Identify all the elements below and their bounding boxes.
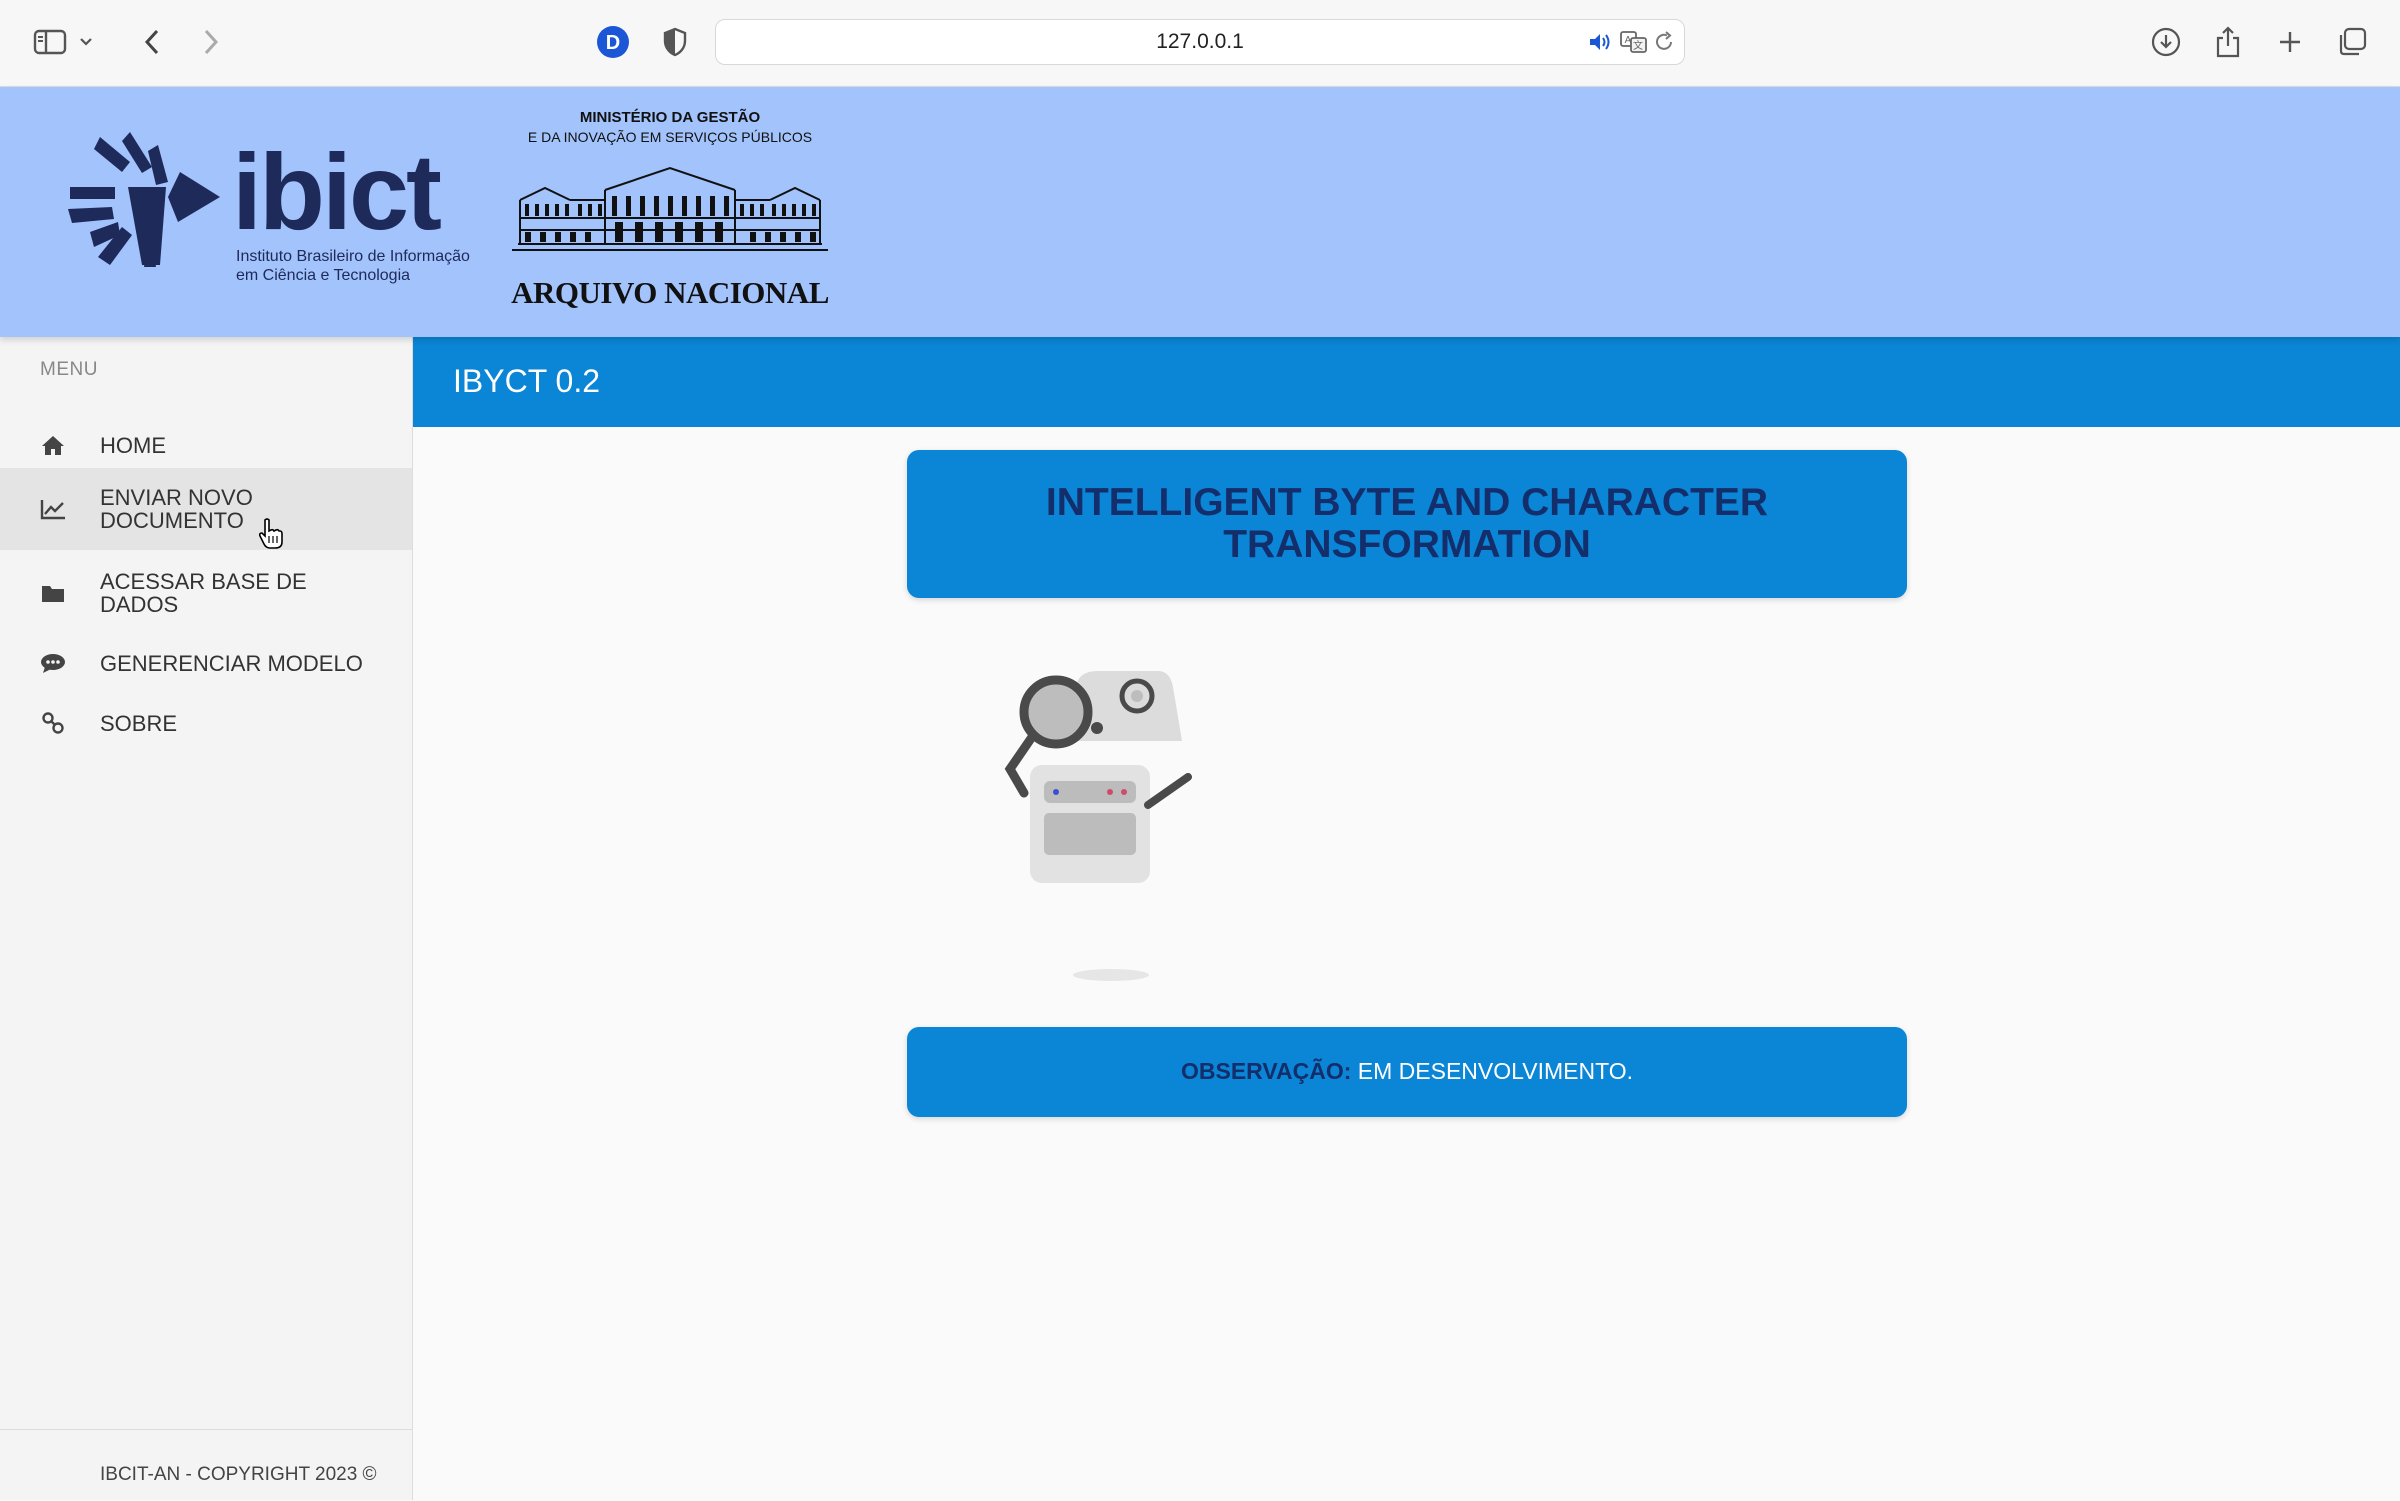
extension-d-icon[interactable]: D [593, 22, 633, 62]
svg-text:A: A [1625, 35, 1632, 46]
copyright-text: IBCIT-AN - COPYRIGHT 2023 © [100, 1464, 377, 1485]
sidebar-footer: IBCIT-AN - COPYRIGHT 2023 © [0, 1429, 412, 1501]
ibict-tagline-line2: em Ciência e Tecnologia [236, 267, 411, 284]
main-content: IBYCT 0.2 INTELLIGENT BYTE AND CHARACTER… [413, 337, 2400, 1500]
link-icon [40, 710, 66, 736]
sidebar-item-label: HOME [100, 432, 166, 458]
new-tab-icon[interactable] [2270, 22, 2310, 62]
browser-toolbar: D 127.0.0.1 A文 [0, 0, 2400, 87]
tab-overview-icon[interactable] [2332, 22, 2372, 62]
header-banner: ibict Instituto Brasileiro de Informação… [0, 87, 2400, 337]
hero-title-line1: INTELLIGENT BYTE AND CHARACTER [1045, 481, 1769, 524]
hero-card: INTELLIGENT BYTE AND CHARACTER TRANSFORM… [907, 450, 1907, 598]
speaker-icon[interactable] [1586, 28, 1614, 56]
ibict-tagline: Instituto Brasileiro de Informação em Ci… [236, 247, 476, 285]
sidebar: MENU HOME ENVIAR NOVO DOCUMENTO ACESSAR … [0, 337, 413, 1500]
building-icon [512, 166, 828, 251]
chevron-down-icon[interactable] [76, 22, 96, 62]
forward-icon[interactable] [191, 22, 231, 62]
sidebar-item-label: GENERENCIAR MODELO [100, 650, 363, 676]
url-text: 127.0.0.1 [1156, 30, 1244, 53]
ibict-wordmark: ibict [232, 131, 442, 252]
sidebar-toggle-icon[interactable] [30, 22, 70, 62]
hero-title-line2: TRANSFORMATION [1223, 523, 1591, 566]
menu-caption: MENU [40, 359, 98, 380]
observation-text: OBSERVAÇÃO: EM DESENVOLVIMENTO. [907, 1056, 1907, 1086]
ibict-logo[interactable]: ibict Instituto Brasileiro de Informação… [60, 127, 480, 287]
share-icon[interactable] [2208, 22, 2248, 62]
folder-icon [40, 580, 66, 606]
translate-icon[interactable]: A文 [1620, 28, 1648, 56]
sidebar-item-label: ACESSAR BASE DE DADOS [100, 569, 307, 617]
arquivo-nacional-logo[interactable]: MINISTÉRIO DA GESTÃO E DA INOVAÇÃO EM SE… [505, 105, 835, 325]
sidebar-item-home[interactable]: HOME [0, 415, 412, 475]
app-titlebar: IBYCT 0.2 [413, 337, 2400, 427]
ministry-line1: MINISTÉRIO DA GESTÃO [579, 109, 761, 126]
ministry-line2: E DA INOVAÇÃO EM SERVIÇOS PÚBLICOS [527, 129, 813, 145]
sidebar-item-generenciar-modelo[interactable]: GENERENCIAR MODELO [0, 633, 412, 693]
hero-title: INTELLIGENT BYTE AND CHARACTER TRANSFORM… [907, 482, 1907, 566]
chat-bubble-icon [40, 650, 66, 676]
observation-value: EM DESENVOLVIMENTO. [1357, 1058, 1633, 1084]
extension-badge: D [606, 32, 620, 54]
archive-name: ARQUIVO NACIONAL [511, 275, 829, 310]
pointer-cursor-icon [258, 518, 284, 550]
robot-illustration [998, 657, 1238, 997]
ibict-emblem-icon [68, 132, 220, 267]
sidebar-item-sobre[interactable]: SOBRE [0, 693, 412, 753]
observation-label: OBSERVAÇÃO: [1181, 1058, 1352, 1084]
ibict-tagline-line1: Instituto Brasileiro de Informação [236, 248, 470, 265]
sidebar-item-acessar-base-de-dados[interactable]: ACESSAR BASE DE DADOS [0, 552, 412, 634]
sidebar-item-enviar-novo-documento[interactable]: ENVIAR NOVO DOCUMENTO [0, 468, 412, 550]
back-icon[interactable] [132, 22, 172, 62]
home-icon [40, 432, 66, 458]
sidebar-item-label: SOBRE [100, 710, 178, 736]
observation-banner: OBSERVAÇÃO: EM DESENVOLVIMENTO. [907, 1027, 1907, 1117]
address-bar[interactable]: 127.0.0.1 A文 [715, 19, 1685, 65]
reload-icon[interactable] [1650, 28, 1678, 56]
shield-icon[interactable] [655, 22, 695, 62]
app-title: IBYCT 0.2 [453, 363, 601, 399]
download-icon[interactable] [2146, 22, 2186, 62]
svg-text:文: 文 [1633, 39, 1643, 52]
line-chart-icon [40, 496, 66, 522]
robot-icon [1004, 671, 1192, 981]
